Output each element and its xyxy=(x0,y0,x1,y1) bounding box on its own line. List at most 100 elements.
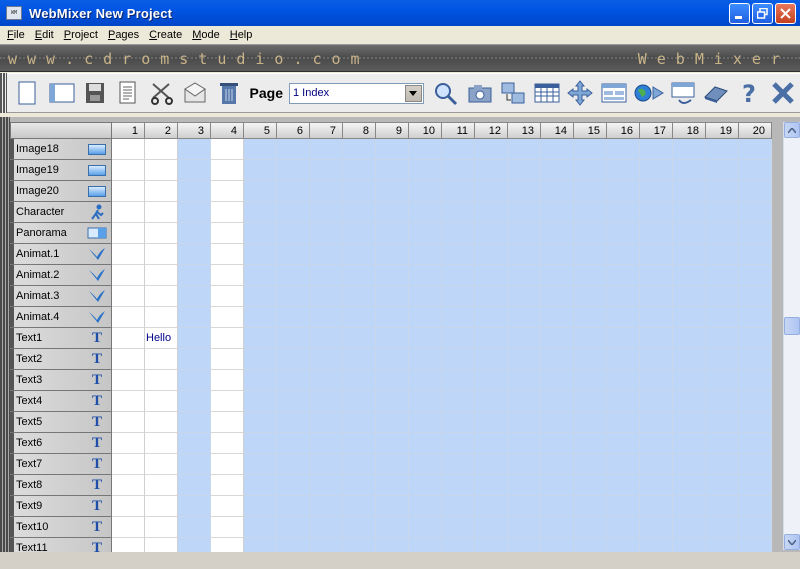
grid-cell[interactable] xyxy=(739,496,772,517)
grid-cell[interactable] xyxy=(244,475,277,496)
grid-cell[interactable] xyxy=(541,538,574,552)
grid-cell[interactable] xyxy=(277,349,310,370)
grid-cell[interactable] xyxy=(640,223,673,244)
grid-cell[interactable] xyxy=(574,286,607,307)
grid-cell[interactable] xyxy=(442,496,475,517)
grid-cell[interactable] xyxy=(442,433,475,454)
grid-cell[interactable] xyxy=(640,412,673,433)
grid-cell[interactable] xyxy=(310,412,343,433)
grid-cell[interactable] xyxy=(607,454,640,475)
grid-cell[interactable] xyxy=(112,517,145,538)
grid-cell[interactable] xyxy=(574,496,607,517)
grid-cell[interactable] xyxy=(508,349,541,370)
grid-cell[interactable] xyxy=(409,475,442,496)
grid-cell[interactable] xyxy=(739,244,772,265)
grid-cell[interactable] xyxy=(574,517,607,538)
grid-cell[interactable] xyxy=(706,370,739,391)
grid-cell[interactable] xyxy=(409,286,442,307)
row-label[interactable]: Animat.2 xyxy=(10,265,112,286)
grid-cell[interactable] xyxy=(739,286,772,307)
grid-cell[interactable] xyxy=(211,265,244,286)
menu-create[interactable]: Create xyxy=(144,29,187,41)
grid-cell[interactable] xyxy=(574,160,607,181)
transfer-button[interactable] xyxy=(498,77,527,109)
grid-cell[interactable] xyxy=(376,202,409,223)
grid-cell[interactable] xyxy=(673,265,706,286)
grid-cell[interactable] xyxy=(442,160,475,181)
grid-cell[interactable] xyxy=(145,181,178,202)
grid-cell[interactable] xyxy=(211,139,244,160)
grid-cell[interactable] xyxy=(607,538,640,552)
grid-cell[interactable] xyxy=(112,370,145,391)
grid-cell[interactable] xyxy=(640,475,673,496)
grid-cell[interactable] xyxy=(673,139,706,160)
grid-cell[interactable] xyxy=(541,328,574,349)
grid-cell[interactable] xyxy=(211,244,244,265)
globe-button[interactable] xyxy=(632,77,665,109)
grid-cell[interactable] xyxy=(277,328,310,349)
grid-cell[interactable] xyxy=(574,181,607,202)
grid-cell[interactable] xyxy=(541,202,574,223)
grid-cell[interactable] xyxy=(376,370,409,391)
grid-cell[interactable] xyxy=(739,307,772,328)
grid-cell[interactable] xyxy=(442,265,475,286)
grid-cell[interactable] xyxy=(310,538,343,552)
grid-cell[interactable] xyxy=(244,139,277,160)
menu-project[interactable]: Project xyxy=(59,29,103,41)
grid-cell[interactable] xyxy=(706,475,739,496)
grid-cell[interactable] xyxy=(145,538,178,552)
grid-cell[interactable] xyxy=(673,202,706,223)
grid-cell[interactable] xyxy=(640,139,673,160)
grid-cell[interactable] xyxy=(640,391,673,412)
grid-cell[interactable] xyxy=(442,286,475,307)
grid-cell[interactable] xyxy=(244,181,277,202)
cut-button[interactable] xyxy=(147,77,176,109)
row-label[interactable]: Text6 T xyxy=(10,433,112,454)
grid-cell[interactable] xyxy=(409,433,442,454)
grid-cell[interactable] xyxy=(343,349,376,370)
grid-cell[interactable] xyxy=(178,391,211,412)
grid-cell[interactable] xyxy=(739,391,772,412)
grid-cell[interactable] xyxy=(376,349,409,370)
grid-cell[interactable] xyxy=(739,160,772,181)
grid-cell[interactable] xyxy=(211,391,244,412)
grid-cell[interactable] xyxy=(178,265,211,286)
save-button[interactable] xyxy=(80,77,109,109)
grid-cell[interactable] xyxy=(343,307,376,328)
grid-cell[interactable] xyxy=(376,328,409,349)
grid-cell[interactable] xyxy=(541,349,574,370)
row-label[interactable]: Text7 T xyxy=(10,454,112,475)
column-header[interactable]: 9 xyxy=(376,122,409,139)
grid-cell[interactable] xyxy=(178,433,211,454)
grid-cell[interactable] xyxy=(607,370,640,391)
grid-cell[interactable] xyxy=(607,517,640,538)
grid-cell[interactable] xyxy=(739,139,772,160)
grid-cell[interactable] xyxy=(640,496,673,517)
grid-cell[interactable] xyxy=(277,454,310,475)
grid-cell[interactable] xyxy=(475,223,508,244)
grid-cell[interactable] xyxy=(409,181,442,202)
grid-cell[interactable] xyxy=(574,433,607,454)
grid-cell[interactable] xyxy=(178,475,211,496)
grid-cell[interactable] xyxy=(244,202,277,223)
grid-cell[interactable] xyxy=(673,328,706,349)
grid-cell[interactable] xyxy=(343,496,376,517)
grid-cell[interactable] xyxy=(409,391,442,412)
grid-cell[interactable] xyxy=(244,370,277,391)
grid-cell[interactable] xyxy=(244,412,277,433)
grid-cell[interactable] xyxy=(277,286,310,307)
grid-cell[interactable] xyxy=(739,475,772,496)
grid-cell[interactable] xyxy=(706,286,739,307)
grid-cell[interactable] xyxy=(145,349,178,370)
grid-cell[interactable] xyxy=(475,454,508,475)
grid-cell[interactable] xyxy=(574,139,607,160)
grid-cell[interactable] xyxy=(112,181,145,202)
grid-cell[interactable] xyxy=(640,286,673,307)
grid-grip[interactable] xyxy=(0,117,10,552)
grid-cell[interactable] xyxy=(442,412,475,433)
grid-cell[interactable] xyxy=(343,517,376,538)
grid-cell[interactable] xyxy=(409,223,442,244)
grid-cell[interactable] xyxy=(673,517,706,538)
grid-cell[interactable] xyxy=(475,538,508,552)
close-button[interactable] xyxy=(775,3,796,24)
